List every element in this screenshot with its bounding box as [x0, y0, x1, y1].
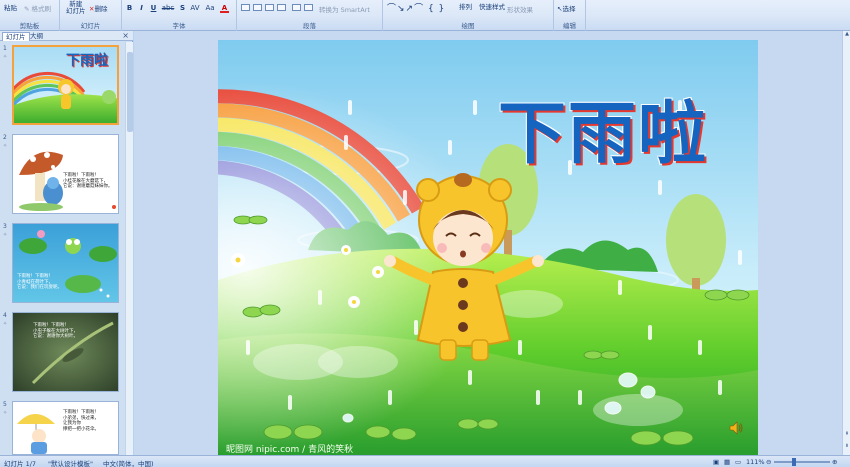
slide-number: 2: [3, 134, 7, 141]
quick-styles-button[interactable]: 快速样式: [479, 1, 505, 11]
font-group: B I U abc S AV Aa A 字体: [122, 0, 237, 31]
arrange-button[interactable]: 排列: [459, 1, 472, 11]
slide-thumb-slot[interactable]: 2 ✧ 下雨啦！下雨啦！ 小桂花躲在大蘑菇下， 它说：谢谢蘑菇妹妹你。: [0, 134, 126, 220]
scroll-up-icon[interactable]: ▲: [843, 31, 850, 39]
normal-view-icon[interactable]: ▣: [713, 458, 719, 466]
underline-button[interactable]: U: [149, 4, 158, 13]
next-slide-icon[interactable]: ⇟: [843, 443, 850, 451]
animation-icon: ✧: [3, 410, 8, 416]
slide-1-title: 下雨啦: [66, 53, 108, 69]
watermark-text: 昵图网 nipic.com / 青风的笑秋: [226, 445, 354, 455]
delete-label: 删除: [94, 5, 108, 13]
ribbon: 粘贴 ✎ 格式刷 剪贴板 新建 幻灯片 ✕删除 幻灯片 B I U abc S …: [0, 0, 850, 31]
align-center-icon[interactable]: [253, 4, 262, 11]
align-right-icon[interactable]: [265, 4, 274, 11]
new-slide-button[interactable]: 新建 幻灯片: [66, 1, 86, 15]
select-button[interactable]: ↖选择: [557, 3, 575, 13]
slides-label: 幻灯片: [80, 22, 101, 30]
current-slide[interactable]: 下雨啦 昵图网 nipic.com / 青风的笑秋: [218, 40, 758, 455]
char-spacing-button[interactable]: AV: [189, 4, 201, 13]
paragraph-label: 段落: [303, 22, 316, 30]
convert-smartart-button[interactable]: 转换为 SmartArt: [319, 4, 370, 14]
font-color-button[interactable]: A: [220, 4, 229, 13]
prev-slide-icon[interactable]: ⇞: [843, 431, 850, 439]
slide-thumbnail-5[interactable]: 下雨啦！下雨啦！ 小弟弟，快过来， 让我为你 撑把一把小花伞。: [12, 401, 119, 455]
slide-thumbnail-1[interactable]: 下雨啦: [12, 45, 119, 125]
slide-thumbnail-3[interactable]: 下雨啦！下雨啦！ 小青蛙在荷叶下， 它说：我们在玩耍呢。: [12, 223, 119, 303]
animation-icon: ✧: [3, 143, 8, 149]
slide-counter: 幻灯片 1/7: [4, 460, 37, 467]
brush-icon: ✎: [24, 5, 30, 13]
status-bar: 幻灯片 1/7 "默认设计模板" 中文(简体，中国) ▣ ▦ ▭ 111% ⊖ …: [0, 455, 850, 467]
bold-button[interactable]: B: [125, 4, 134, 13]
slide-number: 4: [3, 312, 7, 319]
justify-icon[interactable]: [277, 4, 286, 11]
slide-thumbnail-2[interactable]: 下雨啦！下雨啦！ 小桂花躲在大蘑菇下， 它说：谢谢蘑菇妹妹你。: [12, 134, 119, 214]
sorter-view-icon[interactable]: ▦: [724, 458, 730, 466]
zoom-out-icon[interactable]: ⊖: [766, 458, 771, 466]
slide-3-text: 下雨啦！下雨啦！ 小青蛙在荷叶下， 它说：我们在玩耍呢。: [17, 274, 62, 290]
text-direction-icon[interactable]: [304, 4, 313, 11]
slide-5-text: 下雨啦！下雨啦！ 小弟弟，快过来， 让我为你 撑把一把小花伞。: [63, 410, 99, 432]
italic-button[interactable]: I: [137, 4, 146, 13]
shapes-gallery[interactable]: ⌒↘↗⌒ { }: [387, 1, 445, 14]
slide-3-preview: [13, 224, 118, 302]
format-painter-button[interactable]: ✎ 格式刷: [24, 3, 51, 13]
paragraph-group: 转换为 SmartArt 段落: [237, 0, 383, 31]
shadow-button[interactable]: S: [178, 4, 187, 13]
speaker-icon[interactable]: [728, 420, 744, 436]
align-left-icon[interactable]: [241, 4, 250, 11]
slide-canvas: 下雨啦 昵图网 nipic.com / 青风的笑秋: [134, 31, 842, 455]
slide-thumb-slot[interactable]: 4 ✧ 下雨啦！下雨啦！ 小虫子躲在大树叶下， 它说：谢谢你大树叶。: [0, 312, 126, 398]
paste-button[interactable]: 粘贴: [4, 2, 17, 12]
animation-icon: ✧: [3, 321, 8, 327]
slide-number: 1: [3, 45, 7, 52]
tab-slides[interactable]: 幻灯片: [2, 32, 30, 41]
tab-outline[interactable]: 大纲: [27, 32, 46, 41]
slide-number: 3: [3, 223, 7, 230]
panel-tabs: 幻灯片 大纲 ×: [0, 31, 133, 41]
clipboard-label: 剪贴板: [19, 22, 40, 30]
shape-effects-button[interactable]: 形状效果: [507, 4, 533, 14]
clipboard-group: 粘贴 ✎ 格式刷 剪贴板: [0, 0, 60, 31]
panel-scrollbar-thumb[interactable]: [127, 52, 133, 132]
new-slide-label-2: 幻灯片: [66, 7, 86, 15]
font-label: 字体: [172, 22, 186, 30]
columns-icon[interactable]: [292, 4, 301, 11]
slide-thumb-slot[interactable]: 3 ✧ 下雨啦！下雨啦！ 小青蛙在荷叶下， 它说：我们在玩耍呢。: [0, 223, 126, 309]
drawing-group: ⌒↘↗⌒ { } 排列 快速样式 形状效果 绘图: [383, 0, 554, 31]
animation-icon: ✧: [3, 54, 8, 60]
close-panel-icon[interactable]: ×: [122, 31, 129, 40]
zoom-slider[interactable]: [774, 461, 830, 463]
drawing-label: 绘图: [461, 22, 475, 30]
strikethrough-button[interactable]: abc: [161, 4, 175, 13]
slide-thumbnail-4[interactable]: 下雨啦！下雨啦！ 小虫子躲在大树叶下， 它说：谢谢你大树叶。: [12, 312, 119, 392]
slide-title[interactable]: 下雨啦: [498, 78, 708, 177]
zoom-level[interactable]: 111%: [746, 458, 765, 466]
slide-thumb-slot[interactable]: 5 ✧ 下雨啦！下雨啦！ 小弟弟，快过来， 让我为你 撑把一把小花伞。: [0, 401, 126, 455]
slide-2-text: 下雨啦！下雨啦！ 小桂花躲在大蘑菇下， 它说：谢谢蘑菇妹妹你。: [63, 173, 113, 189]
slide-4-text: 下雨啦！下雨啦！ 小虫子躲在大树叶下， 它说：谢谢你大树叶。: [33, 323, 78, 339]
select-label: 选择: [562, 5, 576, 13]
format-painter-label: 格式刷: [31, 5, 52, 13]
theme-name: "默认设计模板": [48, 460, 93, 467]
change-case-button[interactable]: Aa: [204, 4, 216, 13]
zoom-slider-knob[interactable]: [792, 458, 796, 466]
slideshow-view-icon[interactable]: ▭: [735, 458, 741, 466]
language-indicator[interactable]: 中文(简体，中国): [103, 458, 154, 467]
editing-label: 编辑: [563, 22, 576, 30]
slide-scrollbar[interactable]: ▲ ⇞ ⇟: [842, 31, 850, 455]
slide-number: 5: [3, 401, 7, 408]
animation-icon: ✧: [3, 232, 8, 238]
slide-thumb-slot[interactable]: 1 ✧ 下雨啦: [0, 45, 126, 131]
slides-group: 新建 幻灯片 ✕删除 幻灯片: [60, 0, 122, 31]
slides-panel: 幻灯片 大纲 × 1 ✧ 下雨啦 2 ✧ 下雨啦！下雨啦！ 小桂花躲在大蘑菇下，…: [0, 31, 133, 455]
delete-slide-button[interactable]: ✕删除: [89, 3, 107, 13]
editing-group: ↖选择 编辑: [554, 0, 586, 31]
panel-scrollbar[interactable]: [125, 42, 133, 455]
zoom-in-icon[interactable]: ⊕: [832, 458, 837, 466]
